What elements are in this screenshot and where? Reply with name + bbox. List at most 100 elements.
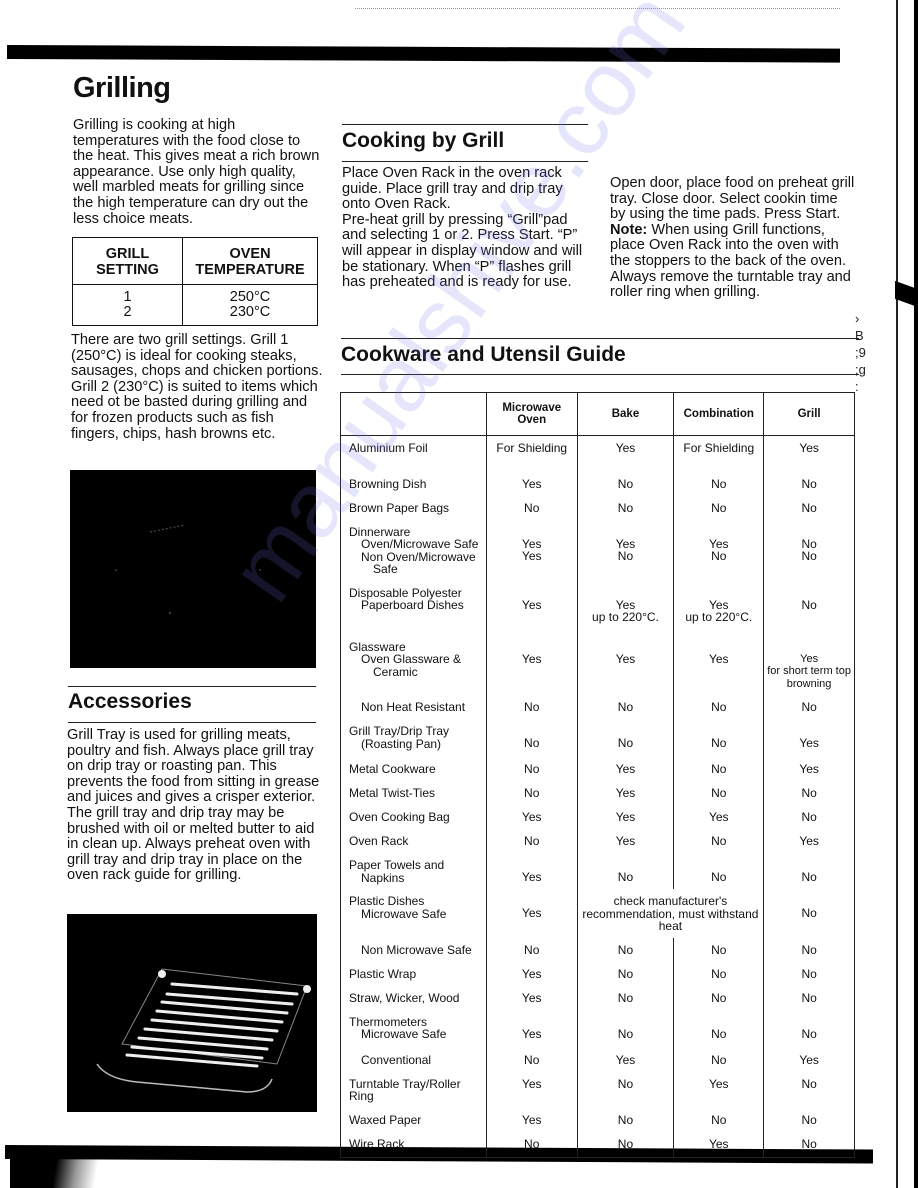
- item-label: Waxed Paper: [340, 1107, 487, 1132]
- bake-cell: No: [576, 495, 675, 520]
- item-subname: Ceramic: [373, 664, 418, 679]
- item-name: Conventional: [361, 1052, 432, 1067]
- divider: [68, 722, 316, 723]
- note-text: When using Grill functions, place Oven R…: [610, 221, 851, 301]
- combination-cell: No: [673, 1107, 765, 1132]
- cookware-utensil-table: Microwave Oven Bake Combination Grill Al…: [340, 392, 855, 1158]
- microwave-cell: Yes: [485, 1071, 578, 1108]
- item-name: Paper Towels and: [349, 858, 445, 872]
- item-name: Oven Cooking Bag: [349, 810, 450, 824]
- item-label: Aluminium Foil: [340, 435, 487, 472]
- microwave-cell: Yes: [485, 471, 578, 496]
- item-label: Plastic Wrap: [340, 961, 487, 986]
- scan-artifact-dotline: [355, 8, 840, 9]
- item-label: Brown Paper Bags: [340, 495, 487, 520]
- item-name: Wire Rack: [349, 1136, 405, 1151]
- item-label: Metal Twist-Ties: [340, 781, 487, 805]
- col-header-combination: Combination: [673, 392, 765, 436]
- table-row: Metal Cookware No Yes No Yes: [340, 757, 855, 781]
- note: Note: When using Grill functions, place …: [610, 221, 855, 301]
- bake-cell: No: [576, 471, 675, 496]
- item-subname: Oven/Microwave Safe: [361, 537, 479, 551]
- divider: [68, 686, 316, 687]
- microwave-cell: Yes Yes: [485, 519, 578, 581]
- microwave-cell: No: [485, 937, 578, 962]
- item-label: Grill Tray/Drip Tray (Roasting Pan): [340, 719, 487, 757]
- cooking-step-2: Pre-heat grill by pressing “Grill”pad an…: [342, 211, 583, 291]
- item-subname: Napkins: [361, 870, 405, 885]
- item-subname: Safe: [373, 562, 398, 576]
- table-row: Aluminium Foil For Shielding Yes For Shield…: [340, 435, 855, 472]
- cooking-by-grill-text: Place Oven Rack in the oven rack guide. …: [342, 165, 592, 291]
- page-title: Grilling: [73, 72, 171, 104]
- note-label: Note:: [610, 221, 648, 238]
- item-label: Paper Towels and Napkins: [340, 853, 487, 889]
- grill-tray-photo: [67, 914, 317, 1112]
- table-row: Paper Towels and Napkins Yes No No No: [340, 853, 855, 889]
- grill-cell: No: [763, 781, 855, 805]
- microwave-cell: No: [485, 719, 578, 757]
- combination-cell: Yes: [673, 1071, 765, 1108]
- microwave-cell: No: [485, 1047, 578, 1072]
- accessories-text: Grill Tray is used for grilling meats, p…: [67, 727, 320, 884]
- item-label: Dinnerware Oven/Microwave Safe Non Oven/Mi…: [340, 519, 487, 581]
- microwave-cell: Yes: [485, 853, 578, 889]
- combination-cell: No: [673, 471, 765, 496]
- bake-cell: No: [576, 695, 675, 719]
- grill-tray-illustration: [96, 968, 311, 1093]
- table-row: Straw, Wicker, Wood Yes No No No: [340, 985, 855, 1010]
- combination-cell: No: [673, 985, 765, 1010]
- combination-cell: No: [673, 695, 765, 719]
- microwave-cell: Yes: [485, 805, 578, 829]
- bake-cell: No: [576, 985, 675, 1010]
- bake-cell: Yes: [576, 781, 675, 805]
- bake-cell: No: [576, 1071, 675, 1108]
- item-label: Thermometers Microwave Safe: [340, 1009, 487, 1048]
- item-name: Plastic Dishes: [349, 894, 425, 908]
- combination-cell: Yes: [673, 634, 765, 695]
- header-bar: [6, 45, 841, 63]
- grill-cell: No: [763, 695, 855, 719]
- item-name: Grill Tray/Drip Tray: [349, 724, 450, 738]
- divider: [341, 338, 859, 339]
- bake-cell: No: [576, 1131, 675, 1158]
- item-name: Metal Twist-Ties: [349, 786, 436, 800]
- grill-cell: No: [763, 580, 855, 635]
- grill-cell: No: [763, 1131, 855, 1158]
- item-label: Non Heat Resistant: [340, 695, 487, 719]
- col-header-oven-temperature: OVEN TEMPERATURE: [182, 237, 318, 285]
- item-name: Aluminium Foil: [349, 441, 428, 455]
- microwave-cell: Yes: [485, 889, 578, 938]
- oven-photo: [70, 470, 316, 668]
- table-row: Dinnerware Oven/Microwave Safe Non Oven/Mi…: [340, 519, 855, 581]
- combination-cell: Yes: [673, 805, 765, 829]
- table-row: Disposable Polyester Paperboard Dishes Yes…: [340, 580, 855, 635]
- microwave-cell: Yes: [485, 634, 578, 695]
- microwave-cell: No: [485, 757, 578, 781]
- grilling-intro: Grilling is cooking at high temperatures…: [73, 117, 320, 227]
- cooking-step-1: Place Oven Rack in the oven rack guide. …: [342, 165, 563, 213]
- table-row: Waxed Paper Yes No No No: [340, 1107, 855, 1132]
- scan-smudge: [10, 1155, 110, 1188]
- combination-cell: No: [673, 829, 765, 853]
- item-label: Glassware Oven Glassware & Ceramic: [340, 634, 487, 695]
- combination-cell: For Shielding: [673, 435, 765, 472]
- item-label: Oven Cooking Bag: [340, 805, 487, 829]
- divider: [342, 124, 588, 125]
- grill-cell: No: [763, 853, 855, 889]
- combination-cell: Yes up to 220°C.: [673, 580, 765, 635]
- table-row: Non Heat Resistant No No No No: [340, 695, 855, 719]
- divider: [342, 161, 588, 162]
- bake-cell: Yes: [576, 829, 675, 853]
- item-label: Wire Rack: [340, 1131, 487, 1158]
- item-label: Disposable Polyester Paperboard Dishes: [340, 580, 487, 635]
- item-label: Plastic Dishes Microwave Safe: [340, 889, 487, 938]
- margin-marks: › B ;9 ;g :: [855, 311, 866, 394]
- grill-cell: No: [763, 889, 855, 938]
- page-edge-line: [896, 0, 898, 1188]
- table-row: Browning Dish Yes No No No: [340, 471, 855, 496]
- grill-cell: Yes: [763, 757, 855, 781]
- item-label: Conventional: [340, 1047, 487, 1072]
- col-header-grill: Grill: [763, 392, 855, 436]
- grill-cell: No: [763, 937, 855, 962]
